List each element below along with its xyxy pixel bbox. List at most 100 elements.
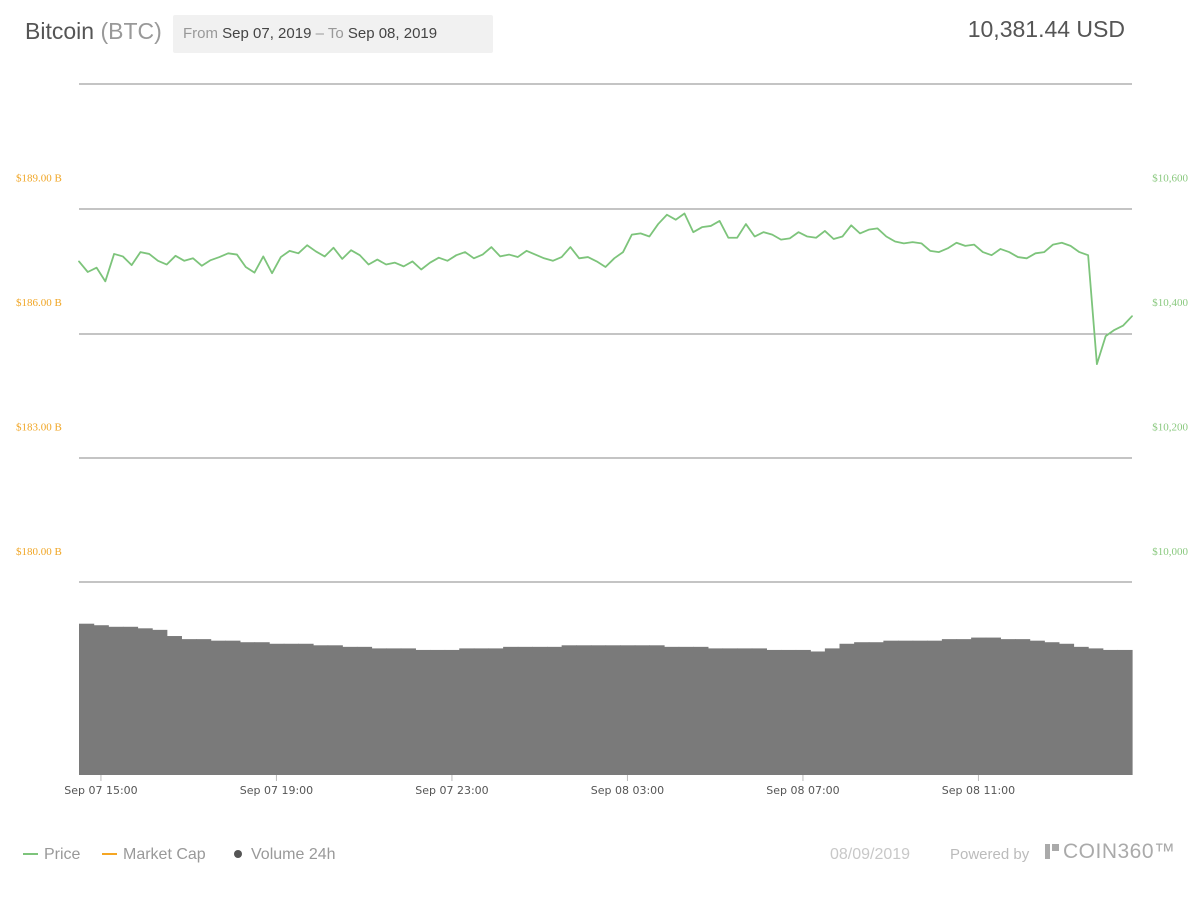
volume-bar bbox=[985, 637, 1001, 775]
volume-bar bbox=[225, 640, 241, 775]
right-axis-tick-label: $10,000 bbox=[1152, 546, 1188, 558]
volume-bar bbox=[517, 646, 533, 775]
volume-bar bbox=[766, 649, 782, 775]
volume-bar bbox=[1117, 649, 1133, 775]
legend-price-swatch bbox=[23, 852, 38, 855]
volume-bar bbox=[649, 645, 665, 775]
volume-bar bbox=[152, 629, 168, 775]
volume-bar bbox=[693, 646, 709, 775]
legend-market-cap-label: Market Cap bbox=[123, 846, 206, 863]
volume-bar bbox=[941, 639, 958, 775]
x-axis-tick-label: Sep 08 07:00 bbox=[766, 784, 839, 797]
volume-bar bbox=[678, 646, 694, 775]
legend-price[interactable]: Price bbox=[23, 846, 80, 864]
volume-bar bbox=[386, 648, 402, 775]
volume-bar bbox=[898, 640, 914, 775]
volume-bar bbox=[868, 642, 884, 775]
volume-bar bbox=[371, 648, 387, 775]
volume-bar bbox=[810, 651, 826, 775]
volume-bar bbox=[722, 648, 738, 775]
volume-bar bbox=[1088, 648, 1104, 775]
volume-bar bbox=[1102, 649, 1118, 775]
snapshot-date: 08/09/2019 bbox=[830, 846, 911, 863]
left-axis-tick-label: $189.00 B bbox=[16, 172, 62, 184]
volume-bar bbox=[210, 640, 226, 775]
legend-volume-label: Volume 24h bbox=[251, 846, 336, 863]
volume-bar bbox=[561, 645, 577, 775]
volume-bar bbox=[166, 636, 182, 775]
x-axis-tick-label: Sep 08 03:00 bbox=[591, 784, 664, 797]
volume-bar bbox=[196, 639, 212, 775]
legend-market-cap-swatch bbox=[102, 852, 117, 855]
volume-bar bbox=[137, 628, 153, 775]
right-axis-tick-label: $10,400 bbox=[1152, 297, 1188, 309]
volume-bar bbox=[1058, 643, 1075, 775]
volume-bar bbox=[181, 639, 197, 775]
volume-bar bbox=[356, 646, 373, 775]
x-axis-tick-label: Sep 07 15:00 bbox=[64, 784, 137, 797]
legend-price-label: Price bbox=[44, 846, 81, 863]
volume-bar bbox=[444, 649, 460, 775]
volume-bar bbox=[883, 640, 899, 775]
volume-bar bbox=[415, 649, 431, 775]
price-chart[interactable]: $10,000 $10,200 $10,400 $10,600 $180.00 B $18… bbox=[0, 0, 1200, 830]
volume-bar bbox=[547, 646, 563, 775]
volume-bar bbox=[239, 642, 256, 775]
volume-bar bbox=[503, 646, 519, 775]
volume-bar bbox=[1015, 639, 1031, 775]
powered-by-label: Powered by bbox=[950, 846, 1030, 863]
volume-bar bbox=[1044, 642, 1060, 775]
volume-bar bbox=[283, 643, 299, 775]
right-axis-tick-label: $10,200 bbox=[1152, 421, 1188, 433]
volume-bar bbox=[664, 646, 680, 775]
volume-bar bbox=[532, 646, 548, 775]
volume-bar bbox=[605, 645, 621, 775]
legend-market-cap[interactable]: Market Cap bbox=[102, 846, 206, 864]
volume-bar bbox=[122, 626, 139, 775]
volume-bar bbox=[1073, 646, 1089, 775]
price-series-line[interactable] bbox=[78, 212, 1133, 366]
volume-bar bbox=[1029, 640, 1045, 775]
volume-bar bbox=[927, 640, 943, 775]
volume-bar bbox=[590, 645, 607, 775]
coin360-logo[interactable]: COIN360™ bbox=[1045, 840, 1176, 864]
volume-bar bbox=[108, 626, 124, 775]
volume-bar bbox=[254, 642, 270, 775]
volume-bar bbox=[400, 648, 416, 775]
volume-bar bbox=[912, 640, 928, 775]
volume-bar bbox=[342, 646, 358, 775]
left-axis-tick-label: $183.00 B bbox=[16, 421, 62, 433]
volume-bar bbox=[93, 625, 109, 775]
volume-bar bbox=[488, 648, 504, 775]
volume-bar bbox=[269, 643, 285, 775]
coin360-brand-text: COIN360™ bbox=[1063, 840, 1176, 863]
volume-bar bbox=[781, 649, 797, 775]
volume-bar bbox=[620, 645, 636, 775]
legend-volume-swatch bbox=[234, 849, 242, 858]
volume-bar bbox=[576, 645, 592, 775]
volume-bar bbox=[737, 648, 753, 775]
volume-bar bbox=[707, 648, 724, 775]
volume-bar bbox=[459, 648, 475, 775]
volume-bar bbox=[634, 645, 650, 775]
volume-bar bbox=[298, 643, 314, 775]
right-axis-tick-label: $10,600 bbox=[1152, 172, 1188, 184]
volume-bar bbox=[854, 642, 870, 775]
volume-bar bbox=[971, 637, 987, 775]
volume-bar bbox=[839, 643, 855, 775]
coin360-logo-icon bbox=[1045, 844, 1059, 859]
x-axis-tick-label: Sep 07 23:00 bbox=[415, 784, 488, 797]
volume-bar bbox=[79, 623, 95, 775]
volume-bar bbox=[327, 645, 343, 775]
left-axis-tick-label: $186.00 B bbox=[16, 297, 62, 309]
volume-bar bbox=[430, 649, 446, 775]
left-axis-tick-label: $180.00 B bbox=[16, 546, 62, 558]
volume-bar bbox=[956, 639, 972, 775]
volume-bar bbox=[313, 645, 329, 775]
volume-bar bbox=[1000, 639, 1016, 775]
volume-bar bbox=[473, 648, 490, 775]
chart-footer: Price Market Cap Volume 24h 08/09/2019 P… bbox=[0, 840, 1200, 870]
volume-bar bbox=[824, 648, 841, 775]
legend-volume[interactable]: Volume 24h bbox=[234, 846, 336, 864]
volume-bar bbox=[751, 648, 767, 775]
